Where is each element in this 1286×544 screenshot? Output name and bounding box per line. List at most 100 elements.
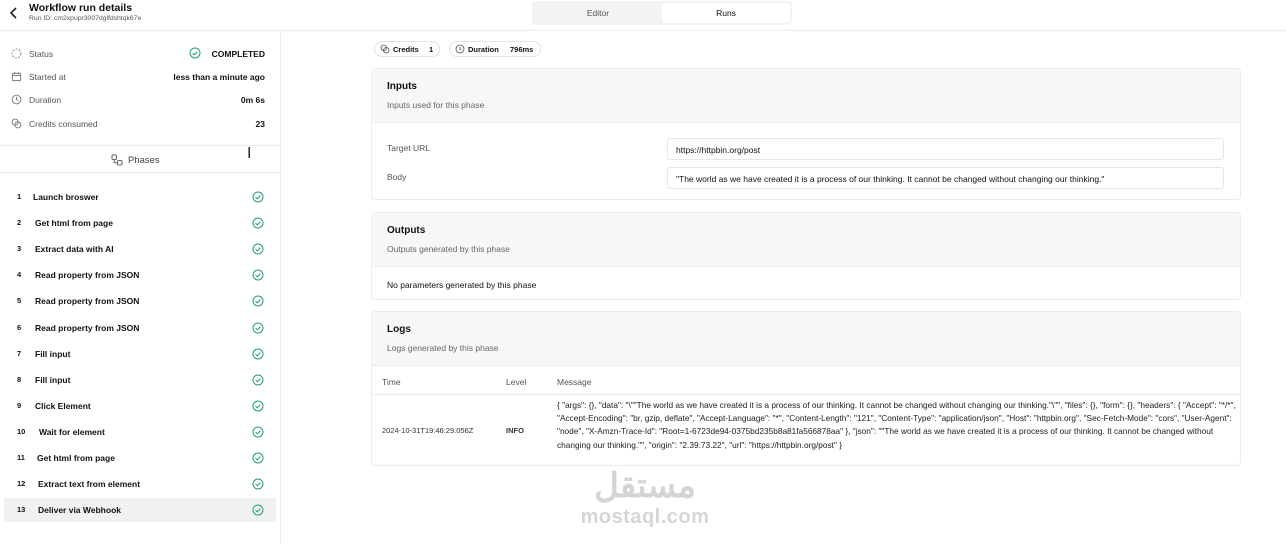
circle-check-icon (252, 374, 264, 386)
phase-name: Deliver via Webhook (38, 505, 121, 516)
phase-item[interactable]: 8 Fill input (4, 368, 276, 392)
page-header: Workflow run details Run ID: cm2xpupr300… (0, 0, 1286, 31)
stat-label: Duration (29, 95, 62, 105)
logs-subtitle: Logs generated by this phase (387, 343, 499, 353)
watermark: مستقل mostaql.com (560, 466, 730, 528)
circle-check-icon (252, 504, 264, 516)
duration-badge-label: Duration (468, 45, 499, 54)
credits-value: 23 (255, 119, 265, 129)
phase-name: Fill input (35, 374, 71, 385)
watermark-arabic: مستقل (594, 467, 696, 505)
outputs-subtitle: Outputs generated by this phase (387, 244, 510, 254)
circle-check-icon (252, 426, 264, 438)
circle-check-icon (252, 269, 264, 281)
inputs-card-header: Inputs Inputs used for this phase (372, 69, 1240, 123)
phase-number: 3 (17, 244, 22, 254)
circle-check-icon (189, 47, 201, 59)
inputs-card: Inputs Inputs used for this phase Target… (371, 68, 1241, 200)
body-label: Body (387, 172, 407, 182)
outputs-card: Outputs Outputs generated by this phase … (371, 212, 1241, 300)
phases-label: Phases (128, 155, 160, 166)
phase-name: Get html from page (37, 453, 115, 463)
logs-header-level: Level (506, 377, 527, 387)
coins-icon (11, 118, 22, 129)
tab-editor[interactable]: Editor (534, 3, 662, 23)
logs-header-time: Time (382, 377, 401, 387)
no-parameters-text: No parameters generated by this phase (387, 280, 537, 290)
log-level: INFO (506, 426, 524, 435)
circle-check-icon (252, 478, 264, 490)
phase-name: Wait for element (39, 426, 105, 437)
phase-number: 4 (17, 270, 22, 280)
phase-number: 11 (17, 453, 25, 462)
circle-check-icon (252, 322, 264, 333)
stat-label: Status (29, 49, 54, 59)
watermark-latin: mostaql.com (580, 506, 710, 528)
circle-check-icon (252, 348, 264, 360)
circle-check-icon (252, 243, 264, 255)
phase-name: Read property from JSON (35, 322, 140, 333)
log-message: { "args": {}, "data": "\""The world as w… (557, 400, 1236, 450)
tab-runs[interactable]: Runs (662, 3, 790, 23)
run-id: Run ID: cm2xpupr3007dglfdshtqk67e (29, 15, 142, 22)
phase-item[interactable]: 2 Get html from page (4, 211, 276, 235)
phase-item[interactable]: 3 Extract data with AI (4, 237, 276, 261)
phase-item[interactable]: 6 Read property from JSON (4, 316, 276, 340)
log-time: 2024-10-31T19:46:29.056Z (382, 426, 474, 435)
logs-title: Logs (387, 324, 411, 335)
coins-icon (380, 44, 390, 54)
circle-check-icon (252, 452, 264, 464)
phase-name: Extract data with AI (35, 244, 114, 255)
phases-heading: Phases (0, 145, 281, 173)
inputs-subtitle: Inputs used for this phase (387, 100, 485, 110)
target-url-input[interactable]: https://httpbin.org/post (667, 138, 1224, 160)
calendar-icon (11, 71, 22, 82)
phase-number: 1 (17, 192, 22, 201)
circle-check-icon (252, 191, 264, 203)
clock-icon (455, 44, 465, 54)
back-button[interactable] (8, 6, 20, 20)
circle-check-icon (252, 400, 264, 412)
stat-label: Credits consumed (29, 119, 98, 129)
phase-item[interactable]: 13 Deliver via Webhook (4, 498, 276, 523)
phase-name: Click Element (35, 400, 91, 411)
phase-item[interactable]: 7 Fill input (4, 342, 276, 366)
body-input[interactable]: "The world as we have created it is a pr… (667, 167, 1224, 189)
chevron-left-icon (9, 7, 17, 19)
phase-number: 12 (17, 479, 26, 489)
workflow-icon (111, 154, 123, 166)
stat-label: Started at (29, 72, 66, 82)
phase-number: 9 (17, 400, 22, 410)
duration-badge-value: 796ms (510, 45, 534, 54)
phase-name: Read property from JSON (35, 296, 140, 307)
phase-item[interactable]: 1 Launch broswer (4, 185, 276, 209)
duration-value: 0m 6s (240, 95, 265, 105)
phase-item[interactable]: 9 Click Element (4, 394, 276, 418)
phase-item[interactable]: 12 Extract text from element (4, 472, 276, 496)
phase-item[interactable]: 4 Read property from JSON (4, 263, 276, 287)
log-table-divider (372, 394, 1240, 395)
phase-name: Get html from page (35, 218, 113, 229)
status-value: COMPLETED (211, 49, 265, 59)
outputs-card-header: Outputs Outputs generated by this phase (372, 213, 1240, 267)
credits-badge-value: 1 (429, 45, 434, 54)
logs-card: Logs Logs generated by this phase Time L… (371, 311, 1241, 466)
phase-number: 5 (17, 296, 22, 306)
phase-item[interactable]: 5 Read property from JSON (4, 289, 276, 313)
phase-name: Read property from JSON (35, 270, 140, 281)
phase-item[interactable]: 11 Get html from page (4, 446, 276, 470)
clock-icon (11, 94, 22, 105)
stat-started-at: Started at less than a minute ago (0, 66, 281, 88)
phase-number: 8 (17, 374, 22, 384)
phase-name: Extract text from element (38, 479, 141, 490)
started-at-value: less than a minute ago (173, 72, 265, 82)
phase-number: 13 (17, 505, 26, 515)
loader-icon (11, 48, 22, 59)
stat-status: Status COMPLETED (0, 43, 281, 65)
phase-number: 2 (17, 218, 22, 228)
target-url-label: Target URL (387, 143, 430, 153)
phase-number: 10 (17, 426, 26, 436)
stat-credits: Credits consumed 23 (0, 113, 281, 135)
phase-name: Launch broswer (33, 192, 99, 202)
phase-item[interactable]: 10 Wait for element (4, 420, 276, 444)
